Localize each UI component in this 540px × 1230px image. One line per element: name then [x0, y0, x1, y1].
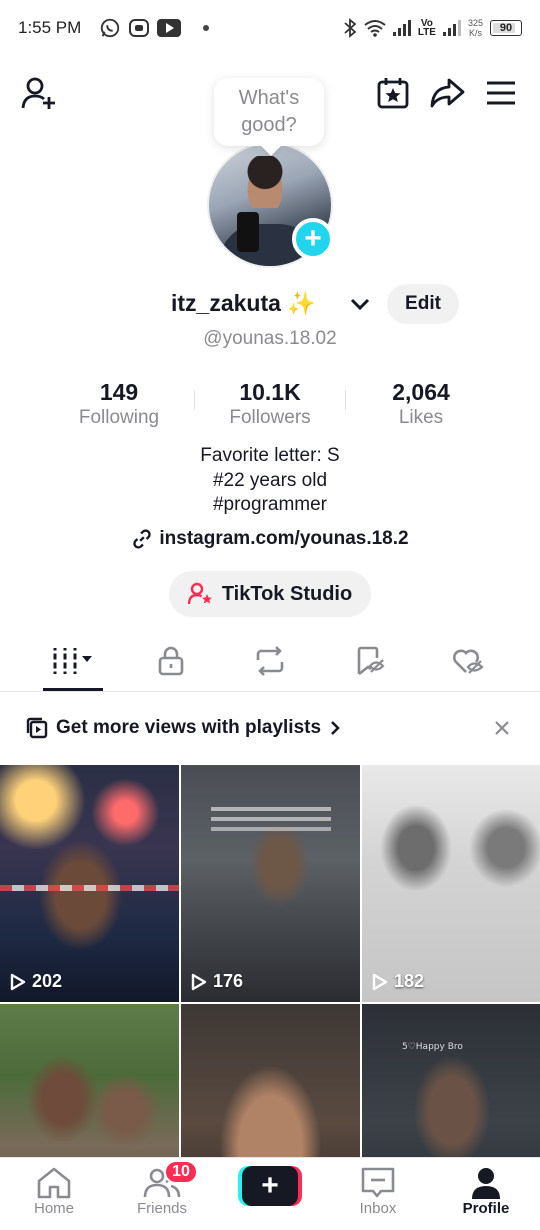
- nav-profile-label: Profile: [462, 1200, 510, 1217]
- youtube-icon: [157, 19, 182, 37]
- video-thumbnail[interactable]: 176: [181, 765, 360, 1002]
- add-friend-button[interactable]: [16, 70, 62, 116]
- battery-indicator: 90: [490, 20, 522, 36]
- bio-line: Favorite letter: S: [200, 445, 340, 466]
- bio-line: #programmer: [212, 494, 328, 515]
- chevron-down-icon: [350, 298, 370, 311]
- profile-bio: Favorite letter: S #22 years old #progra…: [0, 444, 540, 518]
- profile-icon: [472, 1168, 500, 1199]
- chevron-right-icon: [331, 721, 340, 735]
- wifi-icon: [364, 19, 386, 37]
- bottom-navigation: Home 10 Friends + Inbox Profile: [0, 1157, 540, 1230]
- share-icon: [430, 78, 465, 108]
- video-grid: 202 176 182 5♡Happy Bro: [0, 765, 540, 1165]
- calendar-button[interactable]: [370, 70, 416, 116]
- bio-link-text: instagram.com/younas.18.2: [159, 528, 409, 549]
- nav-friends[interactable]: 10 Friends: [122, 1160, 202, 1217]
- tab-videos[interactable]: [43, 636, 103, 691]
- edit-profile-button[interactable]: Edit: [387, 284, 459, 324]
- share-profile-button[interactable]: [424, 70, 470, 116]
- following-label: Following: [78, 407, 160, 428]
- videos-grid-icon: [52, 648, 92, 674]
- bio-line: #22 years old: [212, 469, 328, 491]
- play-icon: [372, 973, 388, 990]
- signal-icon: [392, 20, 411, 36]
- friends-notification-badge: 10: [164, 1160, 198, 1184]
- nav-friends-label: Friends: [136, 1200, 188, 1217]
- play-icon: [10, 973, 26, 990]
- followers-label: Followers: [229, 407, 311, 428]
- followers-stat[interactable]: 10.1K Followers: [195, 378, 345, 430]
- username-row: itz_zakuta ✨ Edit: [0, 284, 540, 324]
- volte-indicator: Vo LTE: [417, 18, 436, 38]
- followers-count: 10.1K: [239, 379, 301, 405]
- bluetooth-icon: [343, 18, 357, 38]
- video-thumbnail[interactable]: [0, 1004, 179, 1165]
- app-notification-icon: [129, 19, 150, 37]
- playlist-banner[interactable]: Get more views with playlists: [0, 702, 540, 754]
- likes-count: 2,064: [392, 379, 450, 405]
- video-thumbnail[interactable]: [181, 1004, 360, 1165]
- tab-private[interactable]: [141, 636, 201, 686]
- switch-account-chevron[interactable]: [348, 292, 372, 316]
- link-icon: [133, 529, 152, 549]
- likes-label: Likes: [398, 407, 444, 428]
- playlist-icon: [26, 717, 48, 739]
- home-icon: [37, 1167, 71, 1199]
- status-note-text: What's good?: [238, 87, 300, 136]
- inbox-icon: [361, 1167, 395, 1198]
- play-icon: [191, 973, 207, 990]
- video-caption: 5♡Happy Bro: [402, 1042, 463, 1052]
- nav-home[interactable]: Home: [14, 1166, 94, 1217]
- create-video-button[interactable]: +: [238, 1166, 302, 1206]
- video-thumbnail[interactable]: 5♡Happy Bro: [362, 1004, 540, 1165]
- view-count: 176: [191, 971, 243, 992]
- profile-tabs: [0, 636, 540, 692]
- nav-home-label: Home: [33, 1200, 74, 1217]
- add-story-button[interactable]: +: [292, 218, 334, 260]
- add-user-icon: [21, 77, 55, 109]
- plus-icon: +: [242, 1166, 298, 1206]
- video-thumbnail[interactable]: 182: [362, 765, 540, 1002]
- profile-handle: @younas.18.02: [203, 328, 337, 349]
- hamburger-menu-icon: [487, 81, 515, 105]
- profile-stats: 149 Following 10.1K Followers 2,064 Like…: [0, 378, 540, 438]
- following-count: 149: [99, 379, 139, 405]
- bookmark-hidden-icon: [357, 646, 385, 676]
- close-icon: [495, 721, 509, 735]
- tab-reposts[interactable]: [240, 636, 300, 686]
- nav-profile[interactable]: Profile: [446, 1166, 526, 1217]
- menu-button[interactable]: [478, 70, 524, 116]
- creator-star-icon: [187, 582, 212, 605]
- plus-icon: +: [304, 222, 322, 255]
- tab-favorites[interactable]: [340, 636, 400, 686]
- status-time: 1:55 PM: [18, 18, 82, 37]
- repost-icon: [256, 646, 284, 676]
- more-notifications-dot: [203, 25, 210, 31]
- signal-icon-2: [442, 20, 461, 36]
- view-count: 182: [372, 971, 424, 992]
- following-stat[interactable]: 149 Following: [44, 378, 194, 430]
- video-thumbnail[interactable]: 202: [0, 765, 179, 1002]
- username: itz_zakuta ✨: [171, 290, 316, 316]
- lock-icon: [158, 646, 184, 676]
- heart-hidden-icon: [453, 649, 484, 674]
- calendar-star-icon: [377, 78, 409, 109]
- whatsapp-icon: [99, 17, 121, 39]
- status-note-bubble[interactable]: What's good?: [214, 78, 324, 146]
- tiktok-studio-button[interactable]: TikTok Studio: [169, 571, 371, 617]
- nav-inbox[interactable]: Inbox: [338, 1166, 418, 1217]
- close-playlist-banner-button[interactable]: [490, 716, 514, 740]
- network-speed: 325 K/s: [467, 18, 483, 38]
- tiktok-studio-label: TikTok Studio: [221, 582, 353, 605]
- view-count: 202: [10, 971, 62, 992]
- bio-link[interactable]: instagram.com/younas.18.2: [0, 528, 540, 550]
- likes-stat[interactable]: 2,064 Likes: [346, 378, 496, 430]
- status-bar: 1:55 PM Vo LTE 325 K/s 90: [0, 0, 540, 56]
- nav-inbox-label: Inbox: [359, 1200, 397, 1217]
- playlist-banner-text: Get more views with playlists: [56, 717, 322, 738]
- tab-liked[interactable]: [438, 636, 498, 686]
